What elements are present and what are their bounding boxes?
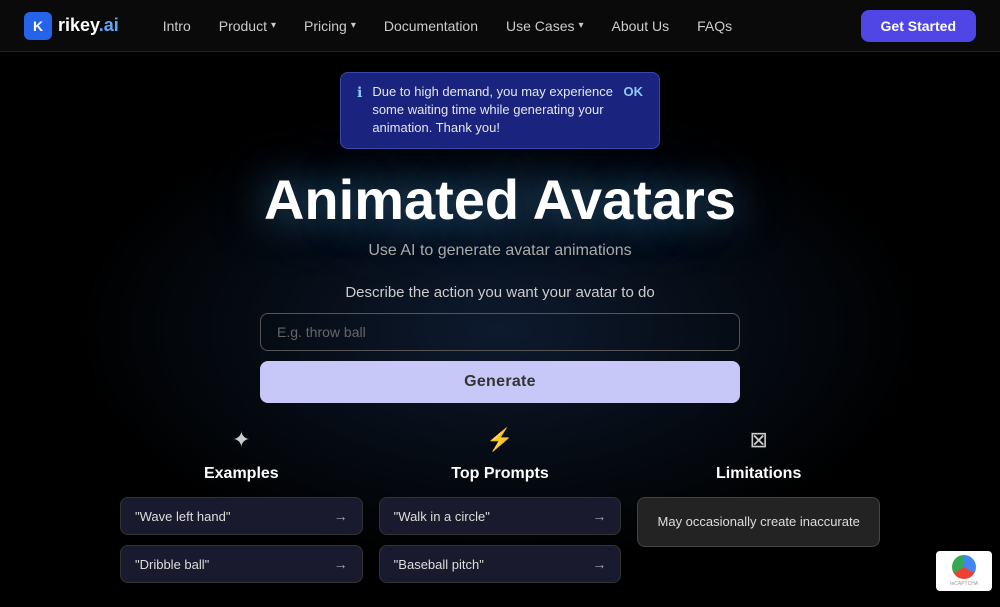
prompt-label: Describe the action you want your avatar… <box>345 284 654 301</box>
prompt-input[interactable] <box>260 313 740 351</box>
limitations-title: Limitations <box>716 465 801 483</box>
arrow-icon: → <box>592 508 606 524</box>
limitations-card: May occasionally create inaccurate <box>637 497 880 547</box>
hero-title: Animated Avatars <box>264 169 736 231</box>
logo[interactable]: K rikey.ai <box>24 12 119 40</box>
nav-links: Intro Product▾ Pricing▾ Documentation Us… <box>151 12 861 40</box>
get-started-button[interactable]: Get Started <box>861 10 976 42</box>
arrow-icon: → <box>334 556 348 572</box>
nav-documentation[interactable]: Documentation <box>372 12 490 40</box>
prompt-card-1[interactable]: "Walk in a circle" → <box>379 497 622 535</box>
top-prompts-icon: ⚡ <box>486 427 513 453</box>
example-card-1[interactable]: "Wave left hand" → <box>120 497 363 535</box>
main-content: ℹ Due to high demand, you may experience… <box>0 52 1000 607</box>
examples-section: ✦ Examples "Wave left hand" → "Dribble b… <box>120 427 363 583</box>
recaptcha-label: reCAPTCHA <box>950 581 978 587</box>
info-icon: ℹ <box>357 84 362 101</box>
top-prompts-title: Top Prompts <box>451 465 548 483</box>
limitations-section: ⊠ Limitations May occasionally create in… <box>637 427 880 547</box>
limitations-icon: ⊠ <box>749 427 767 453</box>
prompt-card-2[interactable]: "Baseball pitch" → <box>379 545 622 583</box>
generate-button[interactable]: Generate <box>260 361 740 403</box>
notification-banner: ℹ Due to high demand, you may experience… <box>340 72 660 149</box>
hero-subtitle: Use AI to generate avatar animations <box>368 242 631 260</box>
recaptcha-logo <box>952 555 976 579</box>
arrow-icon: → <box>334 508 348 524</box>
examples-icon: ✦ <box>232 427 250 453</box>
notification-ok-button[interactable]: OK <box>624 84 644 99</box>
recaptcha-badge: reCAPTCHA <box>936 551 992 591</box>
nav-use-cases[interactable]: Use Cases▾ <box>494 12 596 40</box>
nav-intro[interactable]: Intro <box>151 12 203 40</box>
logo-icon: K <box>24 12 52 40</box>
nav-pricing[interactable]: Pricing▾ <box>292 12 368 40</box>
nav-faqs[interactable]: FAQs <box>685 12 744 40</box>
top-prompts-section: ⚡ Top Prompts "Walk in a circle" → "Base… <box>379 427 622 583</box>
notification-text: Due to high demand, you may experience s… <box>372 83 613 138</box>
arrow-icon: → <box>592 556 606 572</box>
navbar: K rikey.ai Intro Product▾ Pricing▾ Docum… <box>0 0 1000 52</box>
nav-product[interactable]: Product▾ <box>207 12 288 40</box>
example-card-2[interactable]: "Dribble ball" → <box>120 545 363 583</box>
nav-about-us[interactable]: About Us <box>600 12 682 40</box>
prompt-input-wrap <box>260 313 740 351</box>
sections-row: ✦ Examples "Wave left hand" → "Dribble b… <box>120 427 880 583</box>
examples-title: Examples <box>204 465 279 483</box>
logo-text: rikey.ai <box>58 15 119 36</box>
